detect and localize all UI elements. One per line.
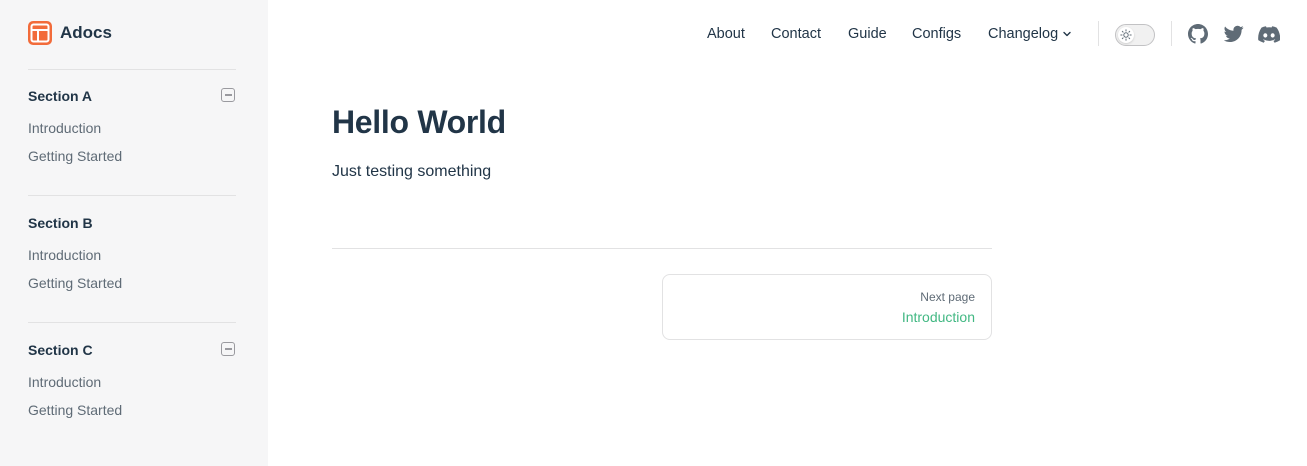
nav-link-contact[interactable]: Contact [771, 24, 821, 44]
sidebar-divider [28, 69, 236, 70]
nav-link-about[interactable]: About [707, 24, 745, 44]
github-link[interactable] [1187, 24, 1209, 44]
nav-separator [1098, 21, 1099, 46]
brand-link[interactable]: Adocs [28, 21, 112, 45]
content-divider [332, 248, 992, 249]
nav-separator [1171, 21, 1172, 46]
collapse-section-a-button[interactable] [221, 88, 235, 102]
toggle-knob [1118, 27, 1134, 43]
twitter-link[interactable] [1223, 24, 1245, 44]
sidebar-item-section-b-introduction[interactable]: Introduction [28, 247, 101, 263]
sidebar-item-section-b-getting-started[interactable]: Getting Started [28, 275, 122, 291]
brand-name: Adocs [60, 23, 112, 42]
github-icon [1188, 24, 1208, 44]
next-page-description: Next page [920, 290, 975, 304]
sun-icon [1120, 29, 1132, 41]
nav-link-guide[interactable]: Guide [848, 24, 887, 44]
nav-link-configs[interactable]: Configs [912, 24, 961, 44]
sidebar-section-title-c: Section C [28, 342, 93, 358]
twitter-icon [1224, 25, 1244, 42]
discord-icon [1258, 25, 1280, 43]
chevron-down-icon [1063, 31, 1071, 37]
nav-dropdown-changelog[interactable]: Changelog [988, 24, 1072, 44]
page-title: Hello World [332, 104, 506, 140]
next-page-link[interactable]: Next page Introduction [662, 274, 992, 340]
sidebar-item-section-c-introduction[interactable]: Introduction [28, 374, 101, 390]
next-page-title: Introduction [901, 309, 975, 325]
sidebar-item-section-a-getting-started[interactable]: Getting Started [28, 148, 122, 164]
brand-logo-icon [28, 21, 52, 45]
sidebar-divider [28, 195, 236, 196]
sidebar: Adocs Section A Introduction Getting Sta… [0, 0, 268, 466]
page-paragraph: Just testing something [332, 163, 492, 180]
sidebar-divider [28, 322, 236, 323]
sidebar-item-section-a-introduction[interactable]: Introduction [28, 120, 101, 136]
collapse-section-c-button[interactable] [221, 342, 235, 356]
sidebar-item-section-c-getting-started[interactable]: Getting Started [28, 402, 122, 418]
appearance-toggle[interactable] [1115, 24, 1155, 46]
sidebar-section-title-b: Section B [28, 215, 93, 231]
discord-link[interactable] [1258, 24, 1280, 44]
sidebar-section-title-a: Section A [28, 88, 93, 104]
changelog-label: Changelog [988, 26, 1059, 42]
